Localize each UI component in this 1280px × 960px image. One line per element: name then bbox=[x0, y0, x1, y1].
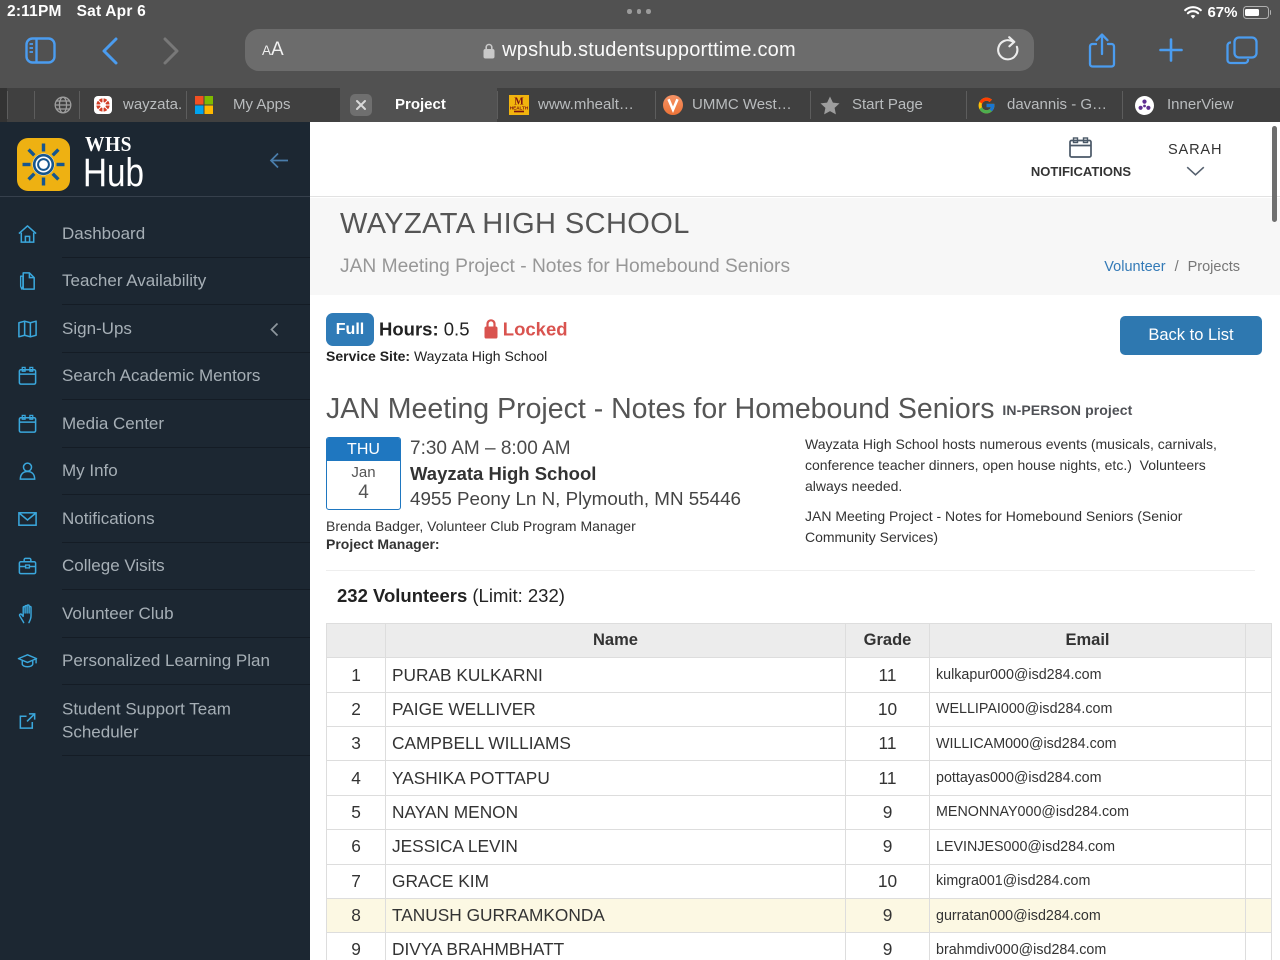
svg-text:HEALTH: HEALTH bbox=[510, 106, 529, 111]
